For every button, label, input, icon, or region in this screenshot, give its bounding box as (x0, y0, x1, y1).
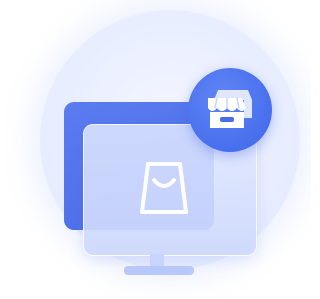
storefront-icon (208, 90, 252, 128)
shopping-bag-icon (140, 162, 188, 214)
store-badge (188, 68, 272, 152)
illustration (0, 0, 311, 299)
monitor-stand (124, 266, 194, 275)
